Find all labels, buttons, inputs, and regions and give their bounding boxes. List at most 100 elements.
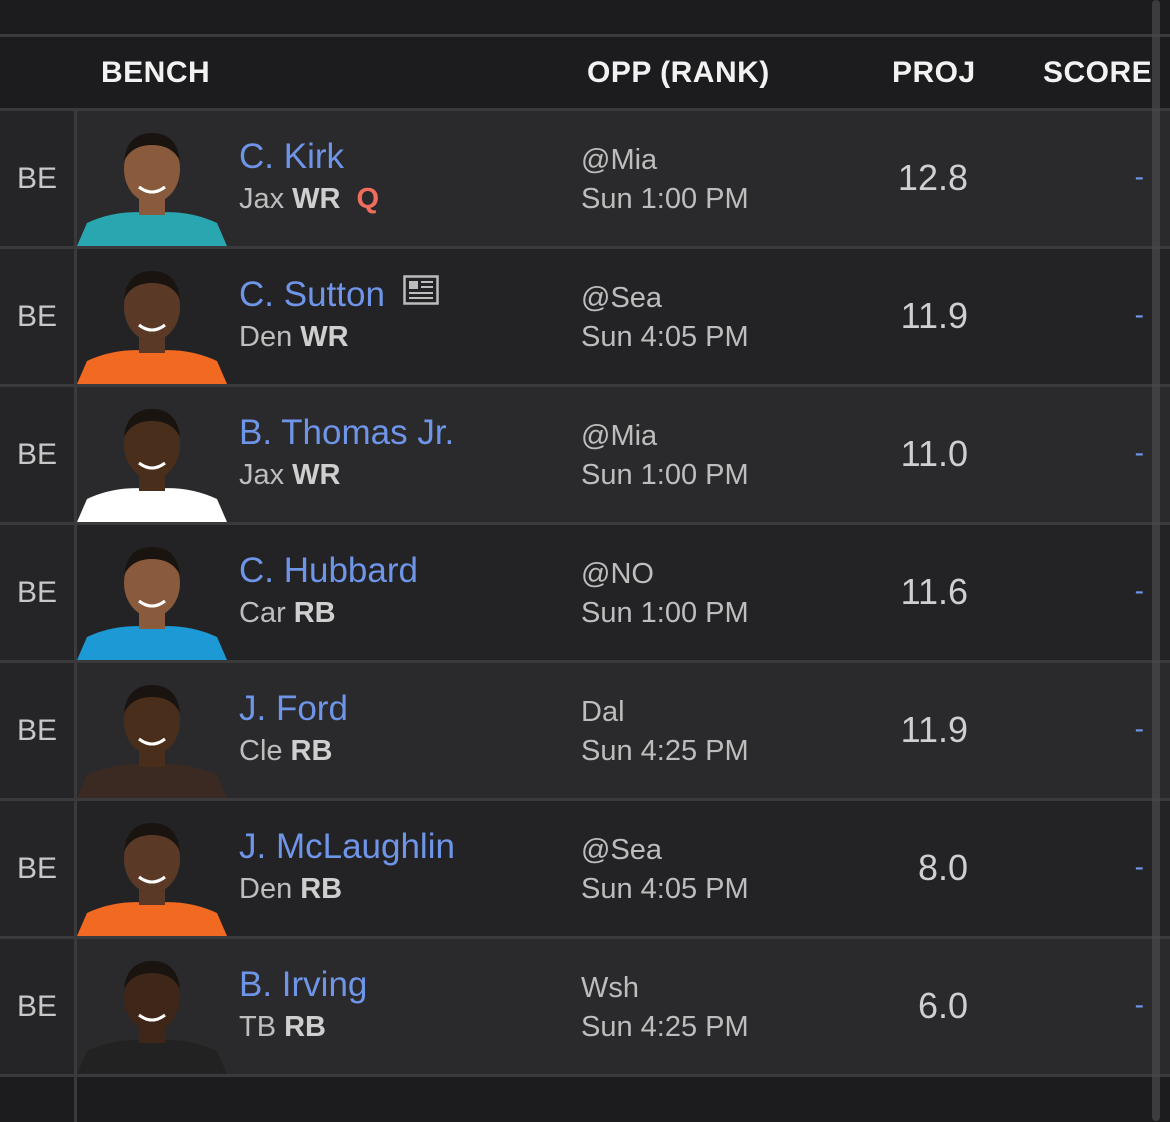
game-time: Sun 4:25 PM bbox=[581, 1011, 749, 1043]
table-row: BE B. Thomas Jr. Jax WR @Mia Sun 1:00 PM 11.0 - bbox=[0, 387, 1170, 525]
player-name[interactable]: B. Thomas Jr. bbox=[239, 413, 454, 452]
slot-label: BE bbox=[0, 663, 77, 798]
player-team-position: Den WR bbox=[239, 321, 349, 354]
score-value[interactable]: - bbox=[1120, 575, 1144, 607]
header-proj[interactable]: PROJ bbox=[892, 37, 976, 108]
header-bench: BENCH bbox=[101, 56, 211, 89]
player-team: Car bbox=[239, 597, 286, 629]
player-name-link[interactable]: C. Sutton bbox=[239, 275, 439, 315]
projected-points: 11.6 bbox=[900, 571, 968, 612]
table-row: BE B. Irving TB RB Wsh Sun 4:25 PM 6.0 - bbox=[0, 939, 1170, 1077]
header-opp-rank[interactable]: OPP (RANK) bbox=[587, 37, 770, 108]
game-time: Sun 4:05 PM bbox=[581, 873, 749, 905]
opponent[interactable]: @Sea bbox=[581, 279, 749, 318]
player-position: RB bbox=[290, 735, 333, 767]
slot-label: BE bbox=[0, 249, 77, 384]
player-position: WR bbox=[300, 321, 349, 353]
opponent-info: Dal Sun 4:25 PM bbox=[581, 693, 749, 771]
projected-points: 8.0 bbox=[917, 847, 968, 888]
player-headshot[interactable] bbox=[77, 111, 227, 246]
header-score[interactable]: SCORE bbox=[1043, 37, 1152, 108]
slot-label: BE bbox=[0, 801, 77, 936]
player-name[interactable]: J. Ford bbox=[239, 689, 348, 728]
empty-row bbox=[0, 1077, 1170, 1122]
player-team: Den bbox=[239, 873, 293, 905]
injury-status-badge[interactable]: Q bbox=[356, 183, 379, 215]
slot-cell bbox=[0, 1077, 77, 1122]
player-team-position: Jax WR bbox=[239, 459, 340, 492]
player-name[interactable]: B. Irving bbox=[239, 965, 367, 1004]
player-name-link[interactable]: B. Irving bbox=[239, 965, 367, 1005]
projected-points: 11.9 bbox=[900, 709, 968, 750]
player-headshot[interactable] bbox=[77, 663, 227, 798]
player-name-link[interactable]: B. Thomas Jr. bbox=[239, 413, 454, 453]
projected-points: 11.9 bbox=[900, 295, 968, 336]
projected-points: 11.0 bbox=[900, 433, 968, 474]
score-value[interactable]: - bbox=[1120, 299, 1144, 331]
opponent-info: @NO Sun 1:00 PM bbox=[581, 555, 749, 633]
opponent[interactable]: Dal bbox=[581, 693, 749, 732]
slot-label: BE bbox=[0, 939, 77, 1074]
player-headshot[interactable] bbox=[77, 525, 227, 660]
player-team: TB bbox=[239, 1011, 277, 1043]
game-time: Sun 1:00 PM bbox=[581, 597, 749, 629]
slot-label: BE bbox=[0, 387, 77, 522]
opponent[interactable]: @Mia bbox=[581, 417, 749, 456]
player-team-position: Jax WR Q bbox=[239, 183, 379, 216]
projected-points: 12.8 bbox=[897, 157, 968, 198]
table-row: BE C. Kirk Jax WR Q @Mia Sun 1:00 PM 12.8 - bbox=[0, 111, 1170, 249]
game-time: Sun 1:00 PM bbox=[581, 459, 749, 491]
score-value[interactable]: - bbox=[1120, 161, 1144, 193]
player-team-position: Cle RB bbox=[239, 735, 332, 768]
player-name[interactable]: C. Kirk bbox=[239, 137, 344, 176]
score-value[interactable]: - bbox=[1120, 437, 1144, 469]
opponent-info: @Sea Sun 4:05 PM bbox=[581, 831, 749, 909]
player-headshot[interactable] bbox=[77, 801, 227, 936]
bench-table: BE C. Kirk Jax WR Q @Mia Sun 1:00 PM 12.8- BE C. … bbox=[0, 111, 1170, 1122]
opponent-info: @Mia Sun 1:00 PM bbox=[581, 141, 749, 219]
table-row: BE C. Hubbard Car RB @NO Sun 1:00 PM 11.6 - bbox=[0, 525, 1170, 663]
slot-label: BE bbox=[0, 525, 77, 660]
player-position: WR bbox=[292, 459, 341, 491]
player-name[interactable]: C. Sutton bbox=[239, 275, 385, 314]
slot-label: BE bbox=[0, 111, 77, 246]
player-team-position: Car RB bbox=[239, 597, 336, 630]
player-position: RB bbox=[284, 1011, 326, 1043]
player-team: Jax bbox=[239, 183, 285, 215]
player-team-position: TB RB bbox=[239, 1011, 326, 1044]
player-name-link[interactable]: J. Ford bbox=[239, 689, 348, 729]
game-time: Sun 1:00 PM bbox=[581, 183, 749, 215]
player-name-link[interactable]: J. McLaughlin bbox=[239, 827, 455, 867]
game-time: Sun 4:05 PM bbox=[581, 321, 749, 353]
player-team: Jax bbox=[239, 459, 285, 491]
player-position: RB bbox=[293, 597, 336, 629]
opponent-info: Wsh Sun 4:25 PM bbox=[581, 969, 749, 1047]
opponent-info: @Mia Sun 1:00 PM bbox=[581, 417, 749, 495]
opponent-info: @Sea Sun 4:05 PM bbox=[581, 279, 749, 357]
player-headshot[interactable] bbox=[77, 387, 227, 522]
news-icon[interactable] bbox=[403, 274, 439, 314]
opponent[interactable]: @Sea bbox=[581, 831, 749, 870]
projected-points: 6.0 bbox=[917, 985, 968, 1026]
scrollbar[interactable] bbox=[1152, 0, 1160, 1121]
player-position: WR bbox=[292, 183, 341, 215]
table-header: BENCH OPP (RANK) PROJ SCORE bbox=[0, 37, 1170, 111]
game-time: Sun 4:25 PM bbox=[581, 735, 749, 767]
opponent[interactable]: Wsh bbox=[581, 969, 749, 1008]
player-team: Den bbox=[239, 321, 293, 353]
player-headshot[interactable] bbox=[77, 939, 227, 1074]
score-value[interactable]: - bbox=[1120, 989, 1144, 1021]
player-team: Cle bbox=[239, 735, 283, 767]
player-name[interactable]: C. Hubbard bbox=[239, 551, 418, 590]
score-value[interactable]: - bbox=[1120, 713, 1144, 745]
player-name-link[interactable]: C. Hubbard bbox=[239, 551, 418, 591]
score-value[interactable]: - bbox=[1120, 851, 1144, 883]
opponent[interactable]: @Mia bbox=[581, 141, 749, 180]
player-position: RB bbox=[300, 873, 343, 905]
opponent[interactable]: @NO bbox=[581, 555, 749, 594]
table-row: BE J. McLaughlin Den RB @Sea Sun 4:05 PM 8.0 - bbox=[0, 801, 1170, 939]
top-bar bbox=[0, 0, 1170, 37]
player-headshot[interactable] bbox=[77, 249, 227, 384]
player-name[interactable]: J. McLaughlin bbox=[239, 827, 455, 866]
player-name-link[interactable]: C. Kirk bbox=[239, 137, 344, 177]
